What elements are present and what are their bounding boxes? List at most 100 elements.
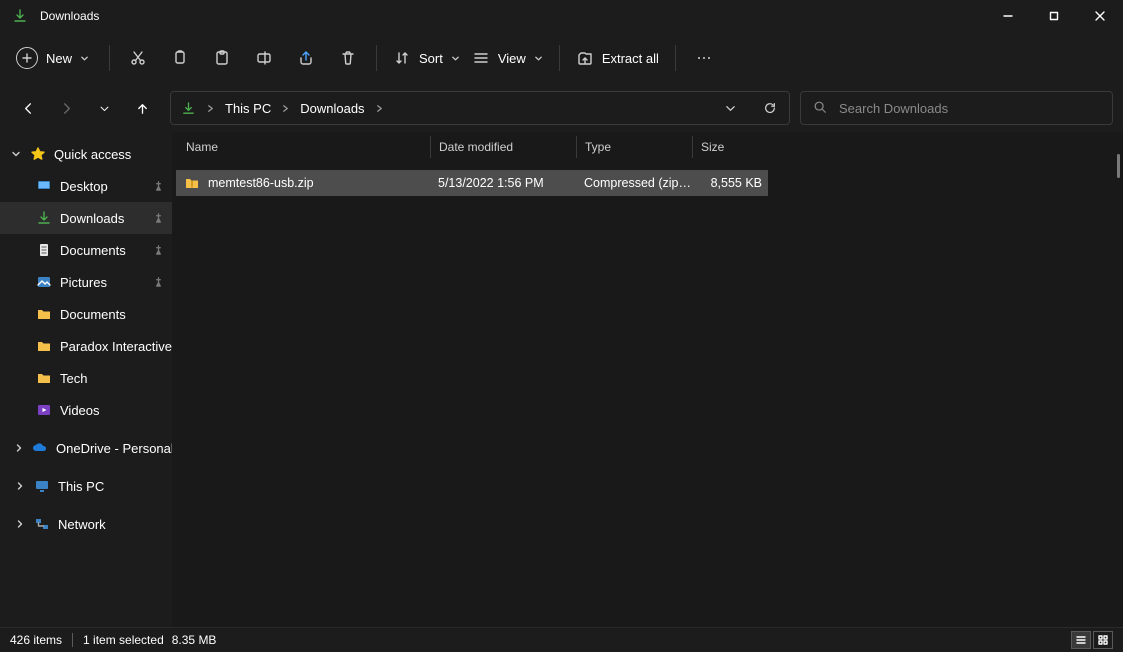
sidebar-label: Desktop bbox=[60, 179, 108, 194]
sidebar-item-pictures[interactable]: Pictures bbox=[0, 266, 172, 298]
copy-button[interactable] bbox=[162, 40, 198, 76]
folder-icon bbox=[36, 338, 52, 354]
navigation-pane: Quick access Desktop Downloads Documents… bbox=[0, 132, 172, 627]
status-size: 8.35 MB bbox=[172, 633, 217, 647]
paste-icon bbox=[213, 49, 231, 67]
sidebar-item-paradox[interactable]: Paradox Interactive bbox=[0, 330, 172, 362]
videos-icon bbox=[36, 402, 52, 418]
sidebar-item-documents[interactable]: Documents bbox=[0, 234, 172, 266]
sidebar-label: Documents bbox=[60, 243, 126, 258]
pin-icon bbox=[152, 212, 164, 224]
network-icon bbox=[34, 516, 50, 532]
sidebar-onedrive[interactable]: OneDrive - Personal bbox=[0, 432, 172, 464]
pin-icon bbox=[152, 276, 164, 288]
sidebar-item-desktop[interactable]: Desktop bbox=[0, 170, 172, 202]
window-title: Downloads bbox=[40, 9, 99, 23]
minimize-button[interactable] bbox=[985, 0, 1031, 32]
details-view-toggle[interactable] bbox=[1071, 631, 1091, 649]
pictures-icon bbox=[36, 274, 52, 290]
pin-icon bbox=[152, 180, 164, 192]
sidebar-item-videos[interactable]: Videos bbox=[0, 394, 172, 426]
sidebar-label: Pictures bbox=[60, 275, 107, 290]
sidebar-label: Documents bbox=[60, 307, 126, 322]
sidebar-label: This PC bbox=[58, 479, 104, 494]
downloads-folder-icon bbox=[12, 8, 28, 24]
column-date[interactable]: Date modified bbox=[430, 136, 576, 158]
file-row[interactable]: memtest86-usb.zip 5/13/2022 1:56 PM Comp… bbox=[176, 170, 768, 196]
search-box[interactable] bbox=[800, 91, 1113, 125]
column-size[interactable]: Size bbox=[692, 136, 772, 158]
recent-locations-button[interactable] bbox=[88, 92, 120, 124]
chevron-right-icon[interactable] bbox=[281, 101, 290, 116]
new-button[interactable]: New bbox=[10, 40, 99, 76]
downloads-icon bbox=[36, 210, 52, 226]
folder-icon bbox=[36, 370, 52, 386]
sidebar-label: Tech bbox=[60, 371, 87, 386]
file-list[interactable]: Name Date modified Type Size memtest86-u… bbox=[172, 132, 1123, 627]
rename-button[interactable] bbox=[246, 40, 282, 76]
chevron-right-icon[interactable] bbox=[206, 101, 215, 116]
address-bar[interactable]: This PC Downloads bbox=[170, 91, 790, 125]
breadcrumb-downloads[interactable]: Downloads bbox=[300, 101, 364, 116]
column-type[interactable]: Type bbox=[576, 136, 692, 158]
extract-label: Extract all bbox=[602, 51, 659, 66]
chevron-down-icon bbox=[10, 149, 22, 159]
delete-button[interactable] bbox=[330, 40, 366, 76]
sidebar-item-documents-2[interactable]: Documents bbox=[0, 298, 172, 330]
view-button[interactable]: View bbox=[466, 40, 549, 76]
status-item-count: 426 items bbox=[10, 633, 62, 647]
navigation-row: This PC Downloads bbox=[0, 84, 1123, 132]
title-bar: Downloads bbox=[0, 0, 1123, 32]
chevron-right-icon bbox=[14, 481, 26, 491]
chevron-down-icon bbox=[451, 54, 460, 63]
search-input[interactable] bbox=[839, 101, 1100, 116]
sidebar-label: Paradox Interactive bbox=[60, 339, 172, 354]
chevron-down-icon bbox=[80, 54, 89, 63]
command-bar: New Sort View Extract all bbox=[0, 32, 1123, 84]
extract-icon bbox=[576, 49, 594, 67]
sort-icon bbox=[393, 49, 411, 67]
chevron-right-icon[interactable] bbox=[375, 101, 384, 116]
paste-button[interactable] bbox=[204, 40, 240, 76]
close-button[interactable] bbox=[1077, 0, 1123, 32]
chevron-down-icon bbox=[534, 54, 543, 63]
scrollbar[interactable] bbox=[1117, 154, 1120, 178]
sidebar-this-pc[interactable]: This PC bbox=[0, 470, 172, 502]
sidebar-item-tech[interactable]: Tech bbox=[0, 362, 172, 394]
documents-icon bbox=[36, 242, 52, 258]
sidebar-label: Videos bbox=[60, 403, 100, 418]
sidebar-label: Downloads bbox=[60, 211, 124, 226]
sidebar-label: Network bbox=[58, 517, 106, 532]
sidebar-item-downloads[interactable]: Downloads bbox=[0, 202, 172, 234]
column-name[interactable]: Name bbox=[186, 136, 430, 158]
sidebar-label: Quick access bbox=[54, 147, 131, 162]
refresh-button[interactable] bbox=[755, 93, 785, 123]
folder-icon bbox=[36, 306, 52, 322]
extract-all-button[interactable]: Extract all bbox=[570, 40, 665, 76]
back-button[interactable] bbox=[12, 92, 44, 124]
up-button[interactable] bbox=[126, 92, 158, 124]
forward-button[interactable] bbox=[50, 92, 82, 124]
sort-button[interactable]: Sort bbox=[387, 40, 466, 76]
more-button[interactable] bbox=[686, 40, 722, 76]
file-type: Compressed (zipp... bbox=[576, 176, 692, 190]
column-headers: Name Date modified Type Size bbox=[172, 132, 1123, 162]
share-button[interactable] bbox=[288, 40, 324, 76]
cut-button[interactable] bbox=[120, 40, 156, 76]
cut-icon bbox=[129, 49, 147, 67]
new-label: New bbox=[46, 51, 72, 66]
sort-label: Sort bbox=[419, 51, 443, 66]
maximize-button[interactable] bbox=[1031, 0, 1077, 32]
zip-file-icon bbox=[184, 175, 200, 191]
sidebar-label: OneDrive - Personal bbox=[56, 441, 172, 456]
star-icon bbox=[30, 146, 46, 162]
chevron-right-icon bbox=[14, 519, 26, 529]
sidebar-network[interactable]: Network bbox=[0, 508, 172, 540]
breadcrumb-this-pc[interactable]: This PC bbox=[225, 101, 271, 116]
sidebar-quick-access[interactable]: Quick access bbox=[0, 138, 172, 170]
large-icons-view-toggle[interactable] bbox=[1093, 631, 1113, 649]
address-dropdown-button[interactable] bbox=[715, 93, 745, 123]
rename-icon bbox=[255, 49, 273, 67]
search-icon bbox=[813, 100, 827, 117]
file-date: 5/13/2022 1:56 PM bbox=[430, 176, 576, 190]
